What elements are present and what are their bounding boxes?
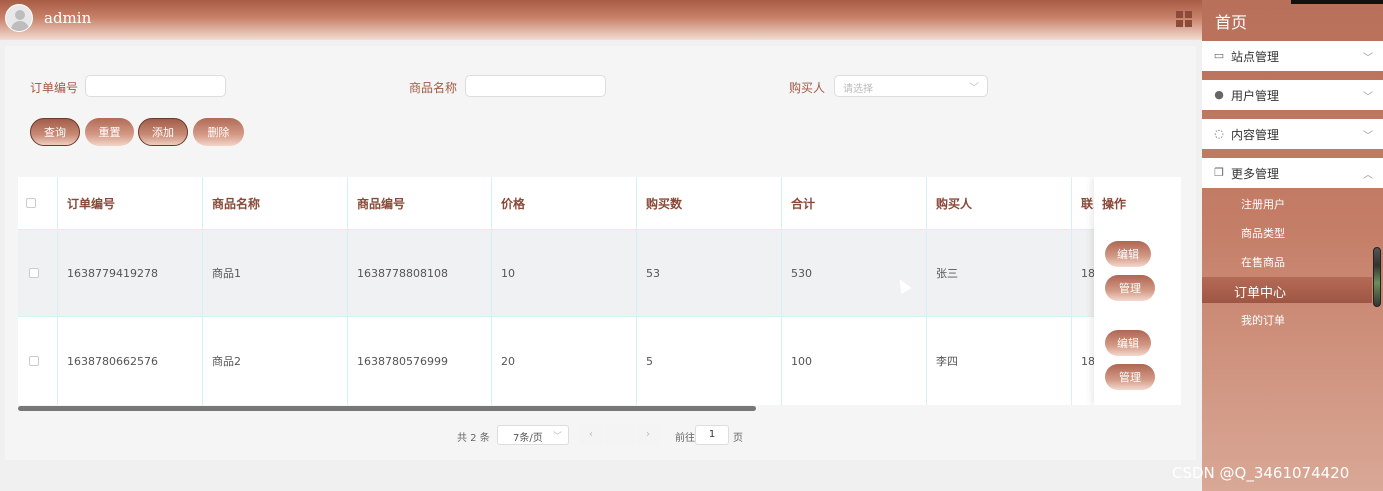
grid-menu-icon[interactable] [1176, 11, 1192, 27]
chevron-down-icon: ﹀ [552, 432, 562, 442]
submenu-product-types[interactable]: 商品类型 [1241, 225, 1285, 241]
cell-quantity: 5 [637, 317, 782, 405]
main-content: 订单编号 商品名称 购买人 请选择 ﹀ 查询 重置 添加 删除 订单编号 商品名… [5, 46, 1196, 460]
cell-product-name: 商品1 [203, 229, 348, 317]
page-size-value: 7条/页 [513, 433, 543, 444]
manage-button[interactable]: 管理 [1105, 364, 1155, 390]
menu-label: 更多管理 [1231, 166, 1280, 181]
row-checkbox-cell [18, 317, 58, 405]
menu-label: 内容管理 [1231, 127, 1280, 142]
select-all-checkbox[interactable] [26, 198, 36, 208]
menu-more-management[interactable]: ❐ 更多管理 ︿ [1202, 158, 1383, 188]
reset-button[interactable]: 重置 [85, 118, 134, 146]
watermark: CSDN @Q_3461074420 [1172, 464, 1350, 482]
cell-buyer: 李四 [927, 317, 1072, 405]
cell-order-no: 1638780662576 [58, 317, 203, 405]
monitor-icon: ▭ [1213, 49, 1225, 62]
submenu-my-orders[interactable]: 我的订单 [1241, 312, 1285, 328]
buyer-placeholder: 请选择 [843, 84, 873, 95]
order-no-label: 订单编号 [30, 81, 79, 95]
row-checkbox-cell [18, 229, 58, 317]
buyer-select[interactable]: 请选择 ﹀ [834, 75, 988, 97]
chevron-down-icon: ﹀ [1363, 131, 1373, 142]
table-horizontal-scrollbar[interactable] [18, 406, 756, 411]
submenu-order-center[interactable]: 订单中心 [1202, 277, 1372, 303]
edit-button[interactable]: 编辑 [1105, 241, 1151, 267]
menu-content-management[interactable]: ◌ 内容管理 ﹀ [1202, 119, 1383, 149]
menu-user-management[interactable]: ● 用户管理 ﹀ [1202, 80, 1383, 110]
page-number-current[interactable] [605, 425, 635, 445]
buyer-label: 购买人 [789, 81, 826, 95]
header-product-no[interactable]: 商品编号 [348, 177, 492, 229]
cell-price: 10 [492, 229, 637, 317]
avatar[interactable] [5, 4, 33, 32]
order-no-input[interactable] [85, 75, 226, 97]
submenu-label: 订单中心 [1234, 286, 1287, 301]
copy-icon: ❐ [1214, 166, 1224, 179]
cell-product-no: 1638780576999 [348, 317, 492, 405]
manage-button[interactable]: 管理 [1105, 275, 1155, 301]
cell-buyer: 张三 [927, 229, 1072, 317]
orders-table: 订单编号 商品名称 商品编号 价格 购买数 合计 购买人 联系 16387794… [18, 177, 1181, 405]
user-icon: ● [1214, 88, 1224, 101]
prev-page-button[interactable]: ‹ [580, 425, 602, 445]
header-operations: 操作 [1102, 197, 1127, 211]
cell-total: 100 [782, 317, 927, 405]
nav-scrollbar[interactable] [1373, 247, 1381, 307]
header-quantity[interactable]: 购买数 [637, 177, 782, 229]
side-nav: 首页 ▭ 站点管理 ﹀ ● 用户管理 ﹀ ◌ 内容管理 ﹀ ❐ 更多管理 ︿ 注… [1176, 0, 1383, 491]
menu-label: 用户管理 [1231, 88, 1280, 103]
delete-button[interactable]: 删除 [193, 118, 244, 146]
pagination-total: 共 2 条 [457, 433, 490, 444]
cell-product-no: 1638778808108 [348, 229, 492, 317]
cell-product-name: 商品2 [203, 317, 348, 405]
product-name-input[interactable] [465, 75, 606, 97]
chevron-up-icon: ︿ [1363, 170, 1373, 181]
goto-label: 前往 [675, 433, 695, 444]
menu-label: 站点管理 [1231, 49, 1280, 64]
select-all-cell [18, 177, 58, 229]
goto-page-input[interactable]: 1 [695, 425, 729, 445]
nav-top: 首页 [1176, 0, 1383, 40]
page-unit-label: 页 [733, 433, 743, 444]
header-buyer[interactable]: 购买人 [927, 177, 1072, 229]
submenu-register-users[interactable]: 注册用户 [1241, 196, 1285, 212]
top-header: admin [0, 0, 1202, 40]
row-checkbox[interactable] [29, 356, 39, 366]
header-product-name[interactable]: 商品名称 [203, 177, 348, 229]
add-button[interactable]: 添加 [138, 118, 188, 146]
chat-icon: ◌ [1214, 127, 1224, 140]
cell-total: 530 [782, 229, 927, 317]
edit-button[interactable]: 编辑 [1105, 330, 1151, 356]
query-button[interactable]: 查询 [30, 118, 80, 146]
header-order-no[interactable]: 订单编号 [58, 177, 203, 229]
home-title[interactable]: 首页 [1215, 9, 1247, 33]
page-size-select[interactable]: 7条/页 ﹀ [497, 425, 569, 445]
header-total[interactable]: 合计 [782, 177, 927, 229]
chevron-down-icon: ﹀ [1363, 53, 1373, 64]
next-page-button[interactable]: › [637, 425, 659, 445]
row-checkbox[interactable] [29, 268, 39, 278]
cell-quantity: 53 [637, 229, 782, 317]
menu-site-management[interactable]: ▭ 站点管理 ﹀ [1202, 41, 1383, 71]
chevron-down-icon: ﹀ [1363, 92, 1373, 103]
top-bar [1291, 0, 1383, 4]
username: admin [44, 9, 92, 27]
cell-order-no: 1638779419278 [58, 229, 203, 317]
product-name-label: 商品名称 [409, 81, 458, 95]
submenu-products-on-sale[interactable]: 在售商品 [1241, 254, 1285, 270]
cell-price: 20 [492, 317, 637, 405]
operations-column: 操作 编辑 管理 编辑 管理 [1094, 177, 1181, 405]
chevron-down-icon: ﹀ [969, 83, 979, 94]
header-price[interactable]: 价格 [492, 177, 637, 229]
